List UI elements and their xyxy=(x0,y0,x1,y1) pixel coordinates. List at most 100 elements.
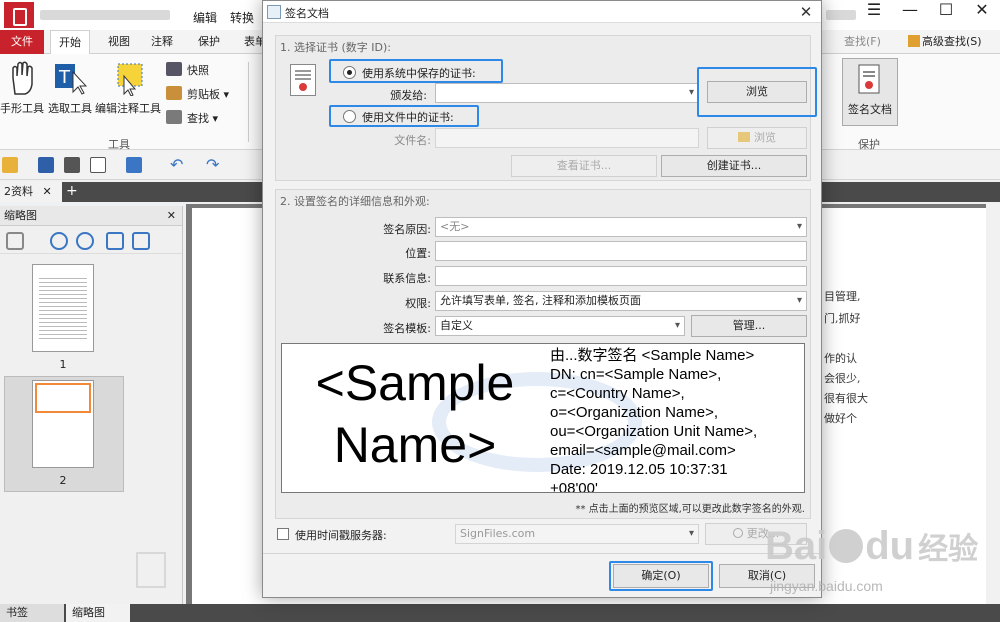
clipboard-label: 剪贴板 xyxy=(187,88,220,101)
redo-icon[interactable]: ↷ xyxy=(206,157,222,173)
svg-text:T: T xyxy=(58,67,71,88)
menu-convert[interactable]: 转换 xyxy=(230,9,254,26)
ribbon-spacer xyxy=(848,84,902,85)
menu-edit[interactable]: 编辑 xyxy=(193,9,217,26)
page-number-2: 2 xyxy=(59,474,67,487)
new-tab-icon[interactable]: + xyxy=(66,183,78,199)
snapshot-button[interactable]: 快照 xyxy=(166,62,209,80)
baidu-logo-left: Bai xyxy=(765,524,828,568)
browse-cert-button[interactable]: 浏览 xyxy=(707,81,807,103)
email-icon[interactable] xyxy=(90,157,106,173)
view-certificate-button[interactable]: 查看证书... xyxy=(511,155,657,177)
page-thumbnail-2[interactable] xyxy=(32,380,94,468)
rotate-right-icon[interactable] xyxy=(132,232,150,250)
maximize-icon[interactable]: ☐ xyxy=(928,0,964,20)
ok-button[interactable]: 确定(O) xyxy=(613,564,709,588)
clock-icon xyxy=(732,528,743,538)
timestamp-server-select[interactable]: SignFiles.com xyxy=(455,524,699,544)
appearance-group-title: 2. 设置签名的详细信息和外观: xyxy=(280,195,430,208)
thumbnail-panel: 缩略图 ✕ 1 2 xyxy=(0,206,183,604)
find-tool-label: 查找 xyxy=(187,112,209,125)
manage-templates-button[interactable]: 管理... xyxy=(691,315,807,337)
permission-label: 权限: xyxy=(405,297,431,310)
baidu-logo: Bai du 经验 xyxy=(765,524,978,569)
doc-text-6: 做好个 xyxy=(824,412,857,425)
contact-label: 联系信息: xyxy=(383,272,431,285)
timestamp-checkbox[interactable] xyxy=(277,528,289,540)
camera-icon xyxy=(166,62,182,76)
template-label: 签名模板: xyxy=(383,322,431,335)
baidu-watermark: Bai du 经验 jingyan.baidu.com xyxy=(760,510,995,620)
dialog-title: 签名文档 xyxy=(285,7,329,20)
open-folder-icon[interactable] xyxy=(2,157,18,173)
tab-view[interactable]: 视图 xyxy=(100,30,138,54)
filename-label: 文件名: xyxy=(394,134,431,147)
filename-input[interactable] xyxy=(435,128,699,148)
tab-start[interactable]: 开始 xyxy=(50,30,90,54)
page-number-1: 1 xyxy=(59,358,67,371)
hand-tool-button[interactable]: 手形工具 xyxy=(0,60,44,116)
tab-protect[interactable]: 保护 xyxy=(190,30,228,54)
edit-annotation-label: 编辑注释工具 xyxy=(95,102,161,115)
zoom-in-icon[interactable] xyxy=(50,232,68,250)
certificate-icon xyxy=(290,64,316,96)
create-certificate-button[interactable]: 创建证书... xyxy=(661,155,807,177)
template-select[interactable]: 自定义 xyxy=(435,316,685,336)
dialog-close-icon[interactable]: ✕ xyxy=(795,1,817,23)
edit-annotation-tool-button[interactable]: 编辑注释工具 xyxy=(95,60,161,116)
use-system-cert-label: 使用系统中保存的证书: xyxy=(362,67,476,80)
signature-preview[interactable]: <Sample Name> 由...数字签名 <Sample Name> DN:… xyxy=(281,343,805,493)
reason-select[interactable]: <无> xyxy=(435,217,807,237)
app-logo-icon xyxy=(4,2,34,28)
watermark-url: jingyan.baidu.com xyxy=(770,578,883,594)
thumbnail-settings-icon[interactable] xyxy=(6,232,24,250)
sign-document-icon xyxy=(858,64,880,94)
save-icon[interactable] xyxy=(38,157,54,173)
select-tool-label: 选取工具 xyxy=(48,102,92,115)
blurred-account xyxy=(826,10,856,20)
doc-text-3: 作的认 xyxy=(824,352,857,365)
find-button[interactable]: 查找(F) xyxy=(836,30,889,54)
print-icon[interactable] xyxy=(64,157,80,173)
page-thumbnail-1[interactable] xyxy=(32,264,94,352)
certificate-group-title: 1. 选择证书 (数字 ID): xyxy=(280,41,391,54)
thumbnail-view-rect xyxy=(35,383,91,413)
sign-document-dialog: 签名文档 ✕ 1. 选择证书 (数字 ID): 使用系统中保存的证书: 颁发给:… xyxy=(262,0,822,598)
sign-document-label: 签名文档 xyxy=(848,103,892,116)
find-tool-button[interactable]: 查找 ▾ xyxy=(166,110,218,128)
tab-file[interactable]: 文件 xyxy=(0,30,44,54)
tab-thumbnails[interactable]: 缩略图 xyxy=(66,604,130,622)
tab-close-icon[interactable]: ✕ xyxy=(43,185,52,198)
sign-document-button[interactable]: 签名文档 xyxy=(842,58,898,126)
use-system-cert-radio[interactable] xyxy=(343,66,356,79)
undo-icon[interactable]: ↶ xyxy=(170,157,186,173)
issued-to-select[interactable] xyxy=(435,83,699,103)
close-icon[interactable]: ✕ xyxy=(964,0,1000,20)
document-tab[interactable]: 2资料 ✕ xyxy=(0,182,62,202)
zoom-out-icon[interactable] xyxy=(76,232,94,250)
thumbnail-panel-title: 缩略图 xyxy=(4,209,37,222)
advanced-find-button[interactable]: 高级查找(S) xyxy=(900,30,990,54)
permission-select[interactable]: 允许填写表单, 签名, 注释和添加模板页面 xyxy=(435,291,807,311)
select-tool-button[interactable]: T 选取工具 xyxy=(46,60,94,116)
browse-file-button[interactable]: 浏览 xyxy=(707,127,807,149)
scan-icon[interactable] xyxy=(126,157,142,173)
panel-close-icon[interactable]: ✕ xyxy=(167,206,176,226)
thumbnail-panel-header: 缩略图 ✕ xyxy=(0,206,182,226)
binoculars-icon xyxy=(166,110,182,124)
reason-label: 签名原因: xyxy=(383,223,431,236)
clipboard-button[interactable]: 剪贴板 ▾ xyxy=(166,86,229,104)
contact-input[interactable] xyxy=(435,266,807,286)
blurred-title xyxy=(40,10,170,20)
paw-icon xyxy=(829,529,864,563)
hamburger-icon[interactable]: ☰ xyxy=(856,0,892,20)
minimize-icon[interactable]: — xyxy=(892,0,928,20)
location-input[interactable] xyxy=(435,241,807,261)
dialog-title-bar: 签名文档 ✕ xyxy=(263,1,821,23)
rotate-left-icon[interactable] xyxy=(106,232,124,250)
doc-text-5: 很有很大 xyxy=(824,392,868,405)
tab-bookmarks[interactable]: 书签 xyxy=(0,604,64,622)
tab-annotate[interactable]: 注释 xyxy=(143,30,181,54)
thumbnail-text-lines xyxy=(39,275,87,339)
use-file-cert-radio[interactable] xyxy=(343,110,356,123)
